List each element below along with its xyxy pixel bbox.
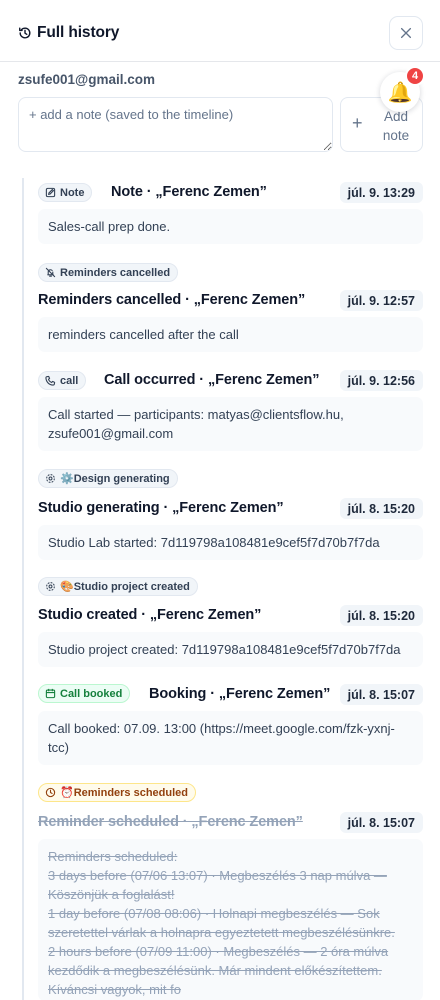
phone-icon [45, 375, 56, 386]
edit-icon [45, 187, 56, 198]
entry-type-pill: Reminders cancelled [38, 263, 179, 282]
entry-body: Call started — participants: matyas@clie… [38, 397, 423, 451]
close-button[interactable] [389, 16, 423, 50]
entry-type-pill: ⏰Reminders scheduled [38, 783, 197, 802]
entry-type-pill: ⚙️Design generating [38, 469, 178, 488]
contact-email: zsufe001@gmail.com [18, 72, 155, 87]
entry-date: júl. 9. 13:29 [339, 182, 423, 203]
entry-title: Studio created · „Ferenc Zemen” [38, 607, 262, 623]
plus-icon: + [352, 113, 363, 133]
entry-body: reminders cancelled after the call [38, 317, 423, 352]
entry-body: Call booked: 07.09. 13:00 (https://meet.… [38, 711, 423, 765]
entry-title: Booking · „Ferenc Zemen” [149, 686, 331, 702]
entry-body: Sales-call prep done. [38, 209, 423, 244]
panel-header: Full history [0, 0, 440, 62]
entry-title: Call occurred · „Ferenc Zemen” [104, 372, 320, 388]
entry-date: júl. 9. 12:56 [339, 370, 423, 391]
bell-off-icon [45, 267, 56, 278]
entry-title: Studio generating · „Ferenc Zemen” [38, 500, 284, 516]
entry-body: Reminders scheduled: 3 days before (07/0… [38, 839, 423, 1000]
entry-date: júl. 9. 12:57 [339, 290, 423, 311]
gear-icon [46, 474, 55, 483]
gear-icon [46, 582, 55, 591]
entry-date: júl. 8. 15:07 [339, 812, 423, 833]
notification-count-badge: 4 [405, 66, 425, 86]
entry-title: Reminders cancelled · „Ferenc Zemen” [38, 292, 306, 308]
note-input[interactable] [18, 97, 333, 152]
calendar-icon [45, 688, 56, 699]
entry-body: Studio Lab started: 7d119798a108481e9cef… [38, 525, 423, 560]
entry-type-pill: Call booked [38, 684, 131, 703]
entry-type-pill: 🎨Studio project created [38, 577, 198, 596]
entry-title: Note · „Ferenc Zemen” [111, 184, 267, 200]
entry-date: júl. 8. 15:07 [339, 684, 423, 705]
entry-type-pill: call [38, 371, 87, 390]
page-title: Full history [37, 24, 120, 41]
close-icon [400, 27, 412, 39]
entry-body: Studio project created: 7d119798a108481e… [38, 632, 423, 667]
entry-type-pill: Note [38, 183, 93, 202]
entry-date: júl. 8. 15:20 [339, 498, 423, 519]
entry-date: júl. 8. 15:20 [339, 605, 423, 626]
clock-icon [45, 787, 56, 798]
history-icon [18, 26, 32, 40]
panel-title: Full history [18, 24, 119, 42]
add-note-label: Add note [382, 109, 410, 143]
timeline-line [22, 178, 24, 1000]
entry-title: Reminder scheduled · „Ferenc Zemen” [38, 814, 303, 830]
